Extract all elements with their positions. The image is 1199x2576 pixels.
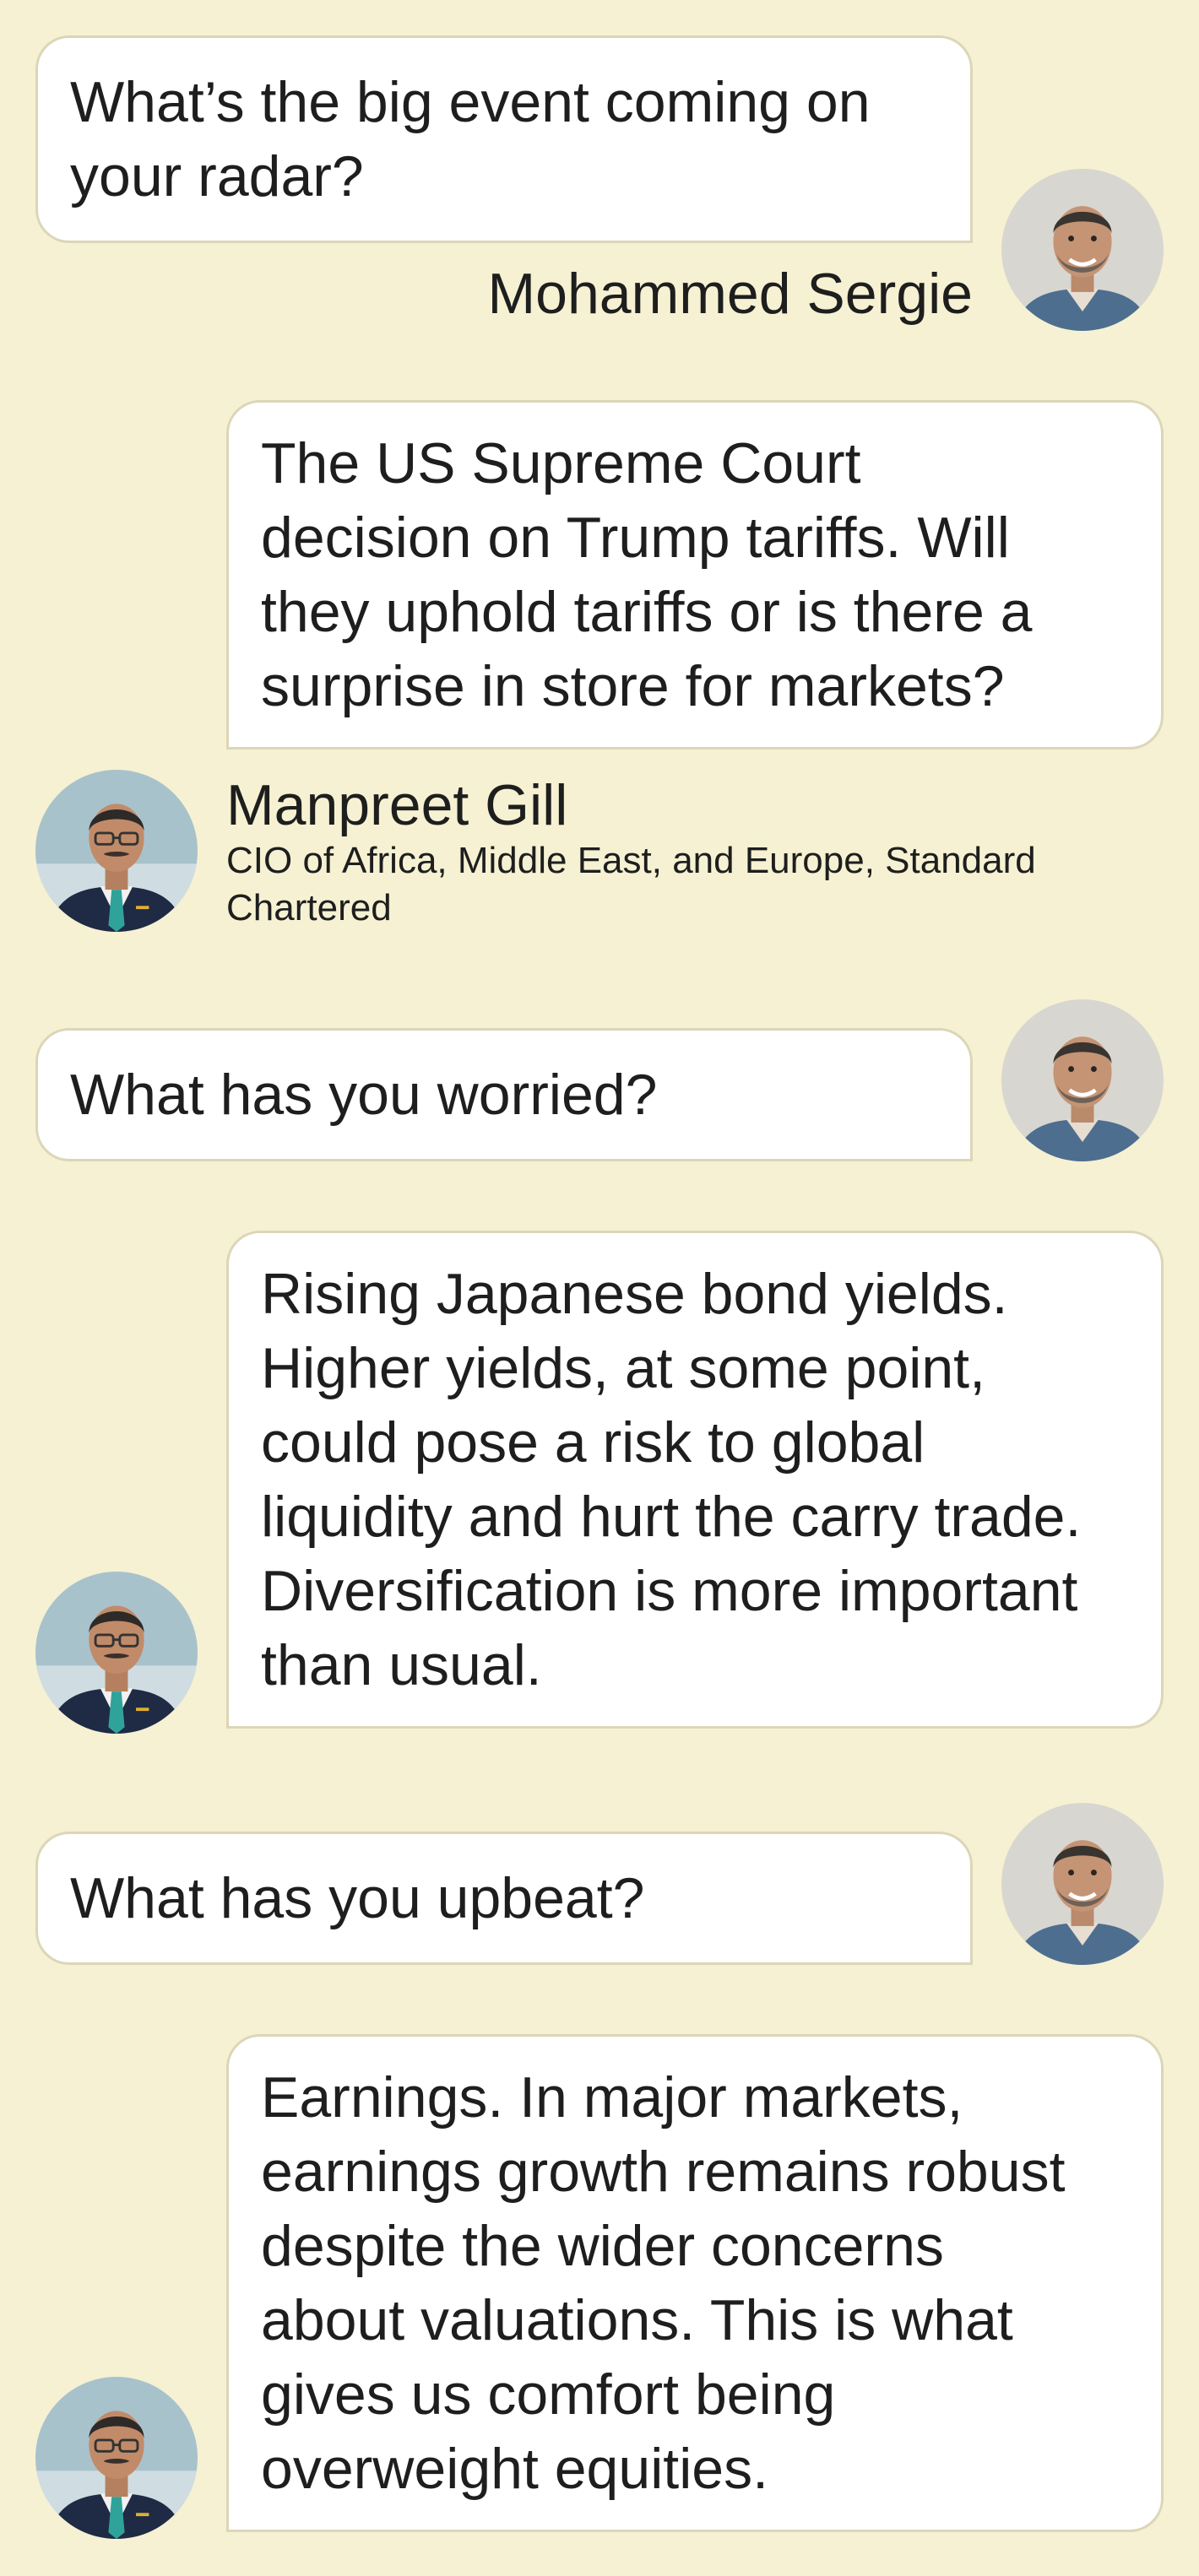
portrait-man-suit-avatar-icon <box>35 2377 198 2539</box>
answer-bubble: Rising Japanese bond yields. Higher yiel… <box>226 1231 1164 1729</box>
question-bubble: What has you upbeat? <box>35 1832 973 1965</box>
portrait-man-avatar-icon <box>1001 999 1164 1161</box>
interviewer-avatar <box>1001 169 1164 331</box>
interviewer-avatar <box>1001 1803 1164 1965</box>
question-bubble: What has you worried? <box>35 1028 973 1161</box>
question-bubble: What’s the big event coming on your rada… <box>35 35 973 243</box>
guest-name: Manpreet Gill <box>226 773 568 837</box>
guest-avatar <box>35 1572 198 1734</box>
portrait-man-suit-avatar-icon <box>35 1572 198 1734</box>
portrait-man-avatar-icon <box>1001 169 1164 331</box>
interviewer-avatar <box>1001 999 1164 1161</box>
guest-title: CIO of Africa, Middle East, and Europe, … <box>226 840 1036 928</box>
guest-avatar <box>35 2377 198 2539</box>
answer-bubble: The US Supreme Court decision on Trump t… <box>226 400 1164 750</box>
portrait-man-suit-avatar-icon <box>35 770 198 932</box>
portrait-man-avatar-icon <box>1001 1803 1164 1965</box>
interviewer-name: Mohammed Sergie <box>487 262 973 326</box>
answer-bubble: Earnings. In major markets, earnings gro… <box>226 2034 1164 2532</box>
guest-avatar <box>35 770 198 932</box>
